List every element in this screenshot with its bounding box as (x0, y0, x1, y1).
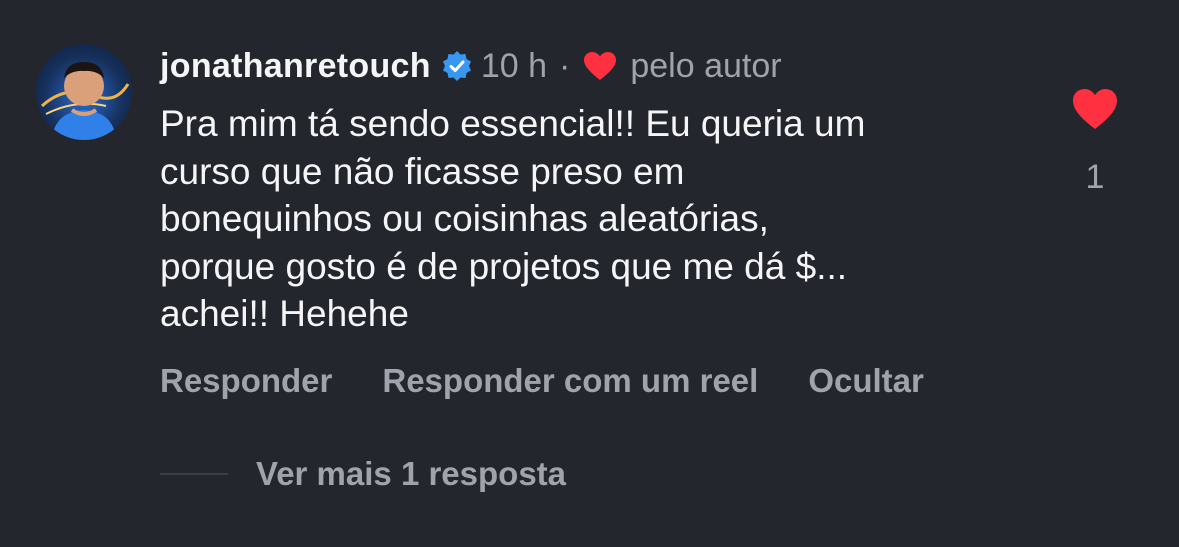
comment-text-line: achei!! Hehehe (160, 293, 409, 334)
comment-header: jonathanretouch 10 h · pelo autor (160, 42, 782, 90)
view-replies-button[interactable]: Ver mais 1 resposta (160, 455, 566, 493)
replies-divider (160, 473, 228, 475)
reply-with-reel-button[interactable]: Responder com um reel (382, 362, 758, 400)
liked-by-author-label: pelo autor (630, 46, 782, 85)
comment-item: jonathanretouch 10 h · pelo autor Pra mi… (0, 0, 1179, 547)
view-replies-label: Ver mais 1 resposta (256, 455, 567, 492)
heart-icon (582, 50, 618, 82)
comment-text: Pra mim tá sendo essencial!! Eu queria u… (160, 100, 1020, 338)
comment-text-line: Pra mim tá sendo essencial!! Eu queria u… (160, 103, 866, 144)
hide-button[interactable]: Ocultar (808, 362, 924, 400)
verified-badge-icon (441, 50, 473, 82)
reply-button[interactable]: Responder (160, 362, 332, 400)
heart-filled-icon[interactable] (1070, 86, 1120, 132)
meta-separator: · (559, 46, 571, 85)
comment-actions: Responder Responder com um reel Ocultar (160, 362, 974, 400)
like-count: 1 (1085, 158, 1105, 196)
comment-text-line: curso que não ficasse preso em (160, 150, 685, 192)
username[interactable]: jonathanretouch (160, 47, 431, 86)
avatar[interactable] (36, 44, 132, 140)
comment-text-line: bonequinhos ou coisinhas aleatórias, (160, 198, 769, 239)
avatar-image (40, 62, 130, 140)
comment-text-line: porque gosto é de projetos que me dá $..… (160, 245, 848, 287)
comment-time: 10 h (480, 46, 548, 85)
